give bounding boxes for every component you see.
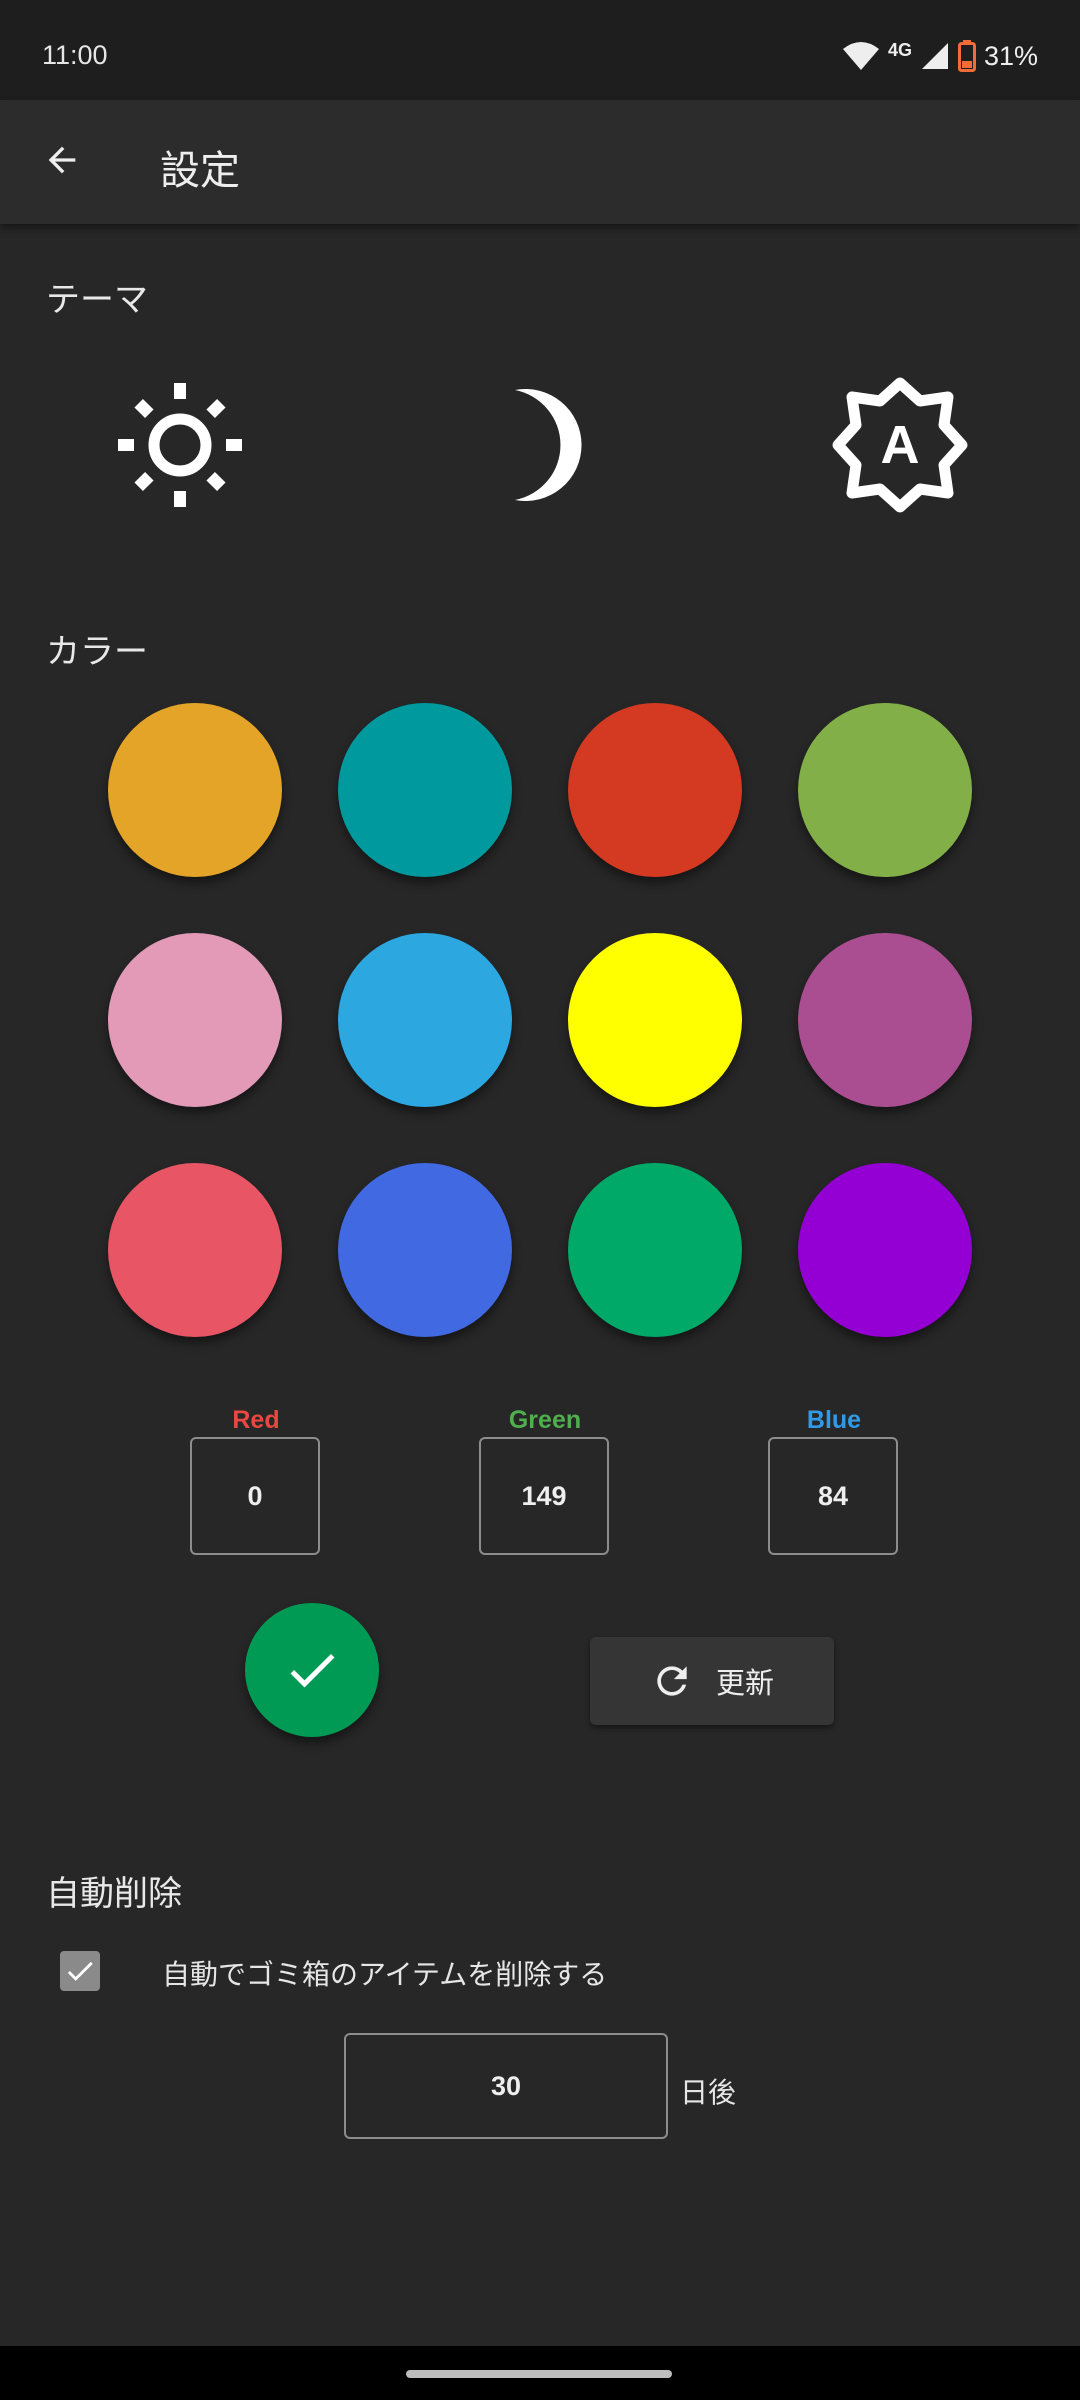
checkbox-check-icon [67, 1961, 93, 1981]
blue-label: Blue [806, 1406, 862, 1434]
sun-icon [118, 383, 242, 507]
brightness-auto-icon: A [832, 377, 968, 513]
red-input[interactable] [190, 1437, 320, 1555]
battery-percentage: 31% [983, 40, 1038, 71]
days-suffix: 日後 [680, 2076, 737, 2109]
color-swatch[interactable] [108, 703, 282, 877]
auto-delete-label[interactable]: 自動でゴミ箱のアイテムを削除する [162, 1953, 607, 1993]
theme-light-button[interactable] [100, 365, 260, 525]
refresh-button[interactable]: 更新 [590, 1637, 834, 1725]
svg-text:A: A [881, 415, 920, 475]
home-gesture-handle[interactable] [406, 2370, 672, 2378]
color-swatch[interactable] [798, 1163, 972, 1337]
color-swatch[interactable] [568, 933, 742, 1107]
color-swatch[interactable] [798, 703, 972, 877]
auto-delete-checkbox[interactable] [60, 1951, 100, 1991]
color-swatch[interactable] [338, 933, 512, 1107]
color-swatch[interactable] [568, 703, 742, 877]
refresh-icon [657, 1666, 687, 1696]
theme-section-title: テーマ [46, 280, 148, 320]
color-swatch[interactable] [108, 1163, 282, 1337]
wifi-icon [842, 42, 879, 70]
check-icon [290, 1653, 335, 1688]
green-input[interactable] [479, 1437, 609, 1555]
battery-icon [957, 40, 976, 72]
page-title: 設定 [160, 148, 240, 194]
signal-icon [921, 43, 948, 69]
color-section-title: カラー [46, 632, 148, 672]
color-swatch[interactable] [338, 703, 512, 877]
green-label: Green [508, 1406, 582, 1434]
color-swatch[interactable] [568, 1163, 742, 1337]
network-type-label: 4G [887, 39, 912, 60]
delete-days-input[interactable] [344, 2033, 668, 2139]
theme-auto-button[interactable]: A [820, 365, 980, 525]
red-label: Red [232, 1406, 280, 1434]
back-button[interactable] [30, 128, 94, 192]
status-time: 11:00 [42, 40, 108, 70]
refresh-label: 更新 [715, 1666, 774, 1700]
theme-dark-button[interactable] [460, 365, 620, 525]
status-bar: 11:00 4G 31% [0, 0, 1080, 100]
color-swatch[interactable] [338, 1163, 512, 1337]
apply-color-button[interactable] [245, 1603, 379, 1737]
color-swatch[interactable] [798, 933, 972, 1107]
moon-icon [515, 389, 582, 501]
app-bar: 設定 [0, 100, 1080, 224]
status-icons: 4G 31% [842, 36, 1038, 76]
color-swatch[interactable] [108, 933, 282, 1107]
blue-input[interactable] [768, 1437, 898, 1555]
arrow-left-icon [48, 146, 76, 174]
auto-delete-section-title: 自動削除 [46, 1874, 182, 1914]
